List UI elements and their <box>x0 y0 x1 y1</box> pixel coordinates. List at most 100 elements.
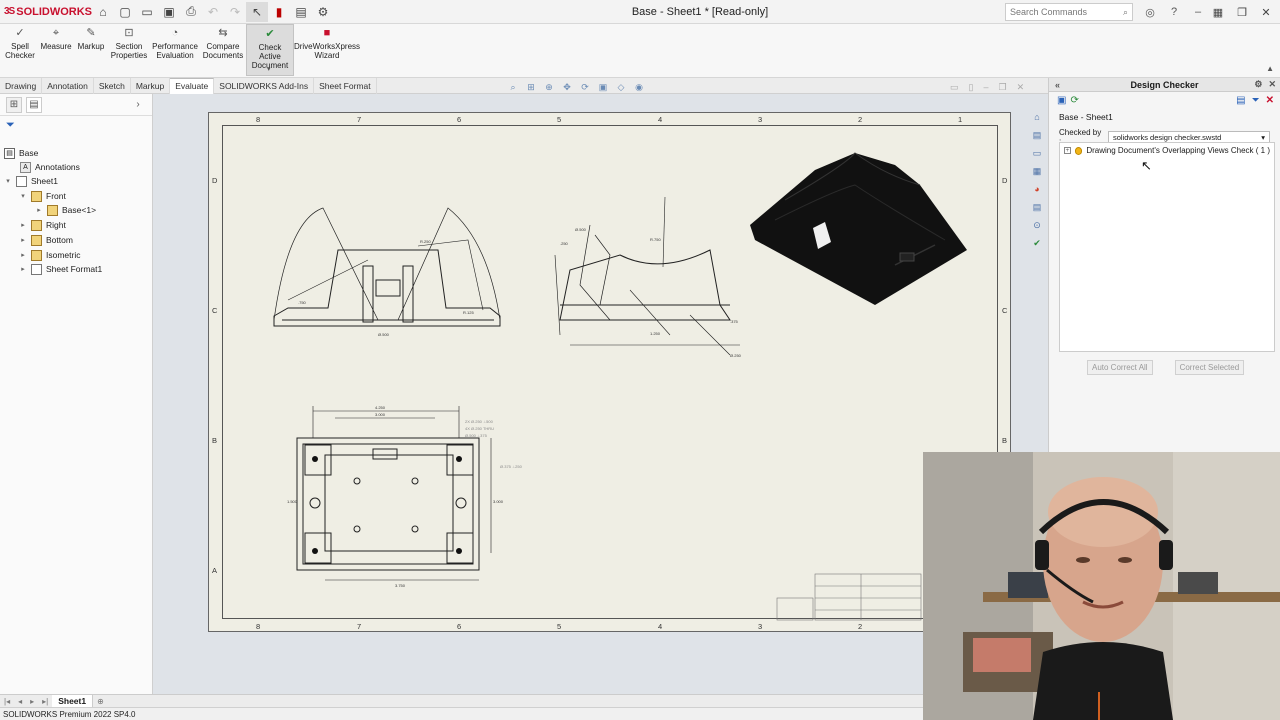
expand-icon[interactable]: ▸ <box>19 221 27 229</box>
section-properties-button[interactable]: ⊡ Section Properties <box>108 24 150 76</box>
file-properties-icon[interactable]: ▤ <box>290 2 312 22</box>
refresh-icon[interactable]: ⟳ <box>1070 95 1078 106</box>
solidworks-resources-icon[interactable]: ⌂ <box>1030 110 1044 124</box>
restore-icon[interactable]: ❐ <box>1232 2 1252 22</box>
correct-selected-button[interactable]: Correct Selected <box>1174 360 1245 375</box>
rebuild-icon[interactable]: ▮ <box>268 2 290 22</box>
solidworks-forum-icon[interactable]: ⊙ <box>1030 218 1044 232</box>
zoom-to-fit-icon[interactable]: ⌕ <box>506 80 520 94</box>
last-sheet-icon[interactable]: ▸| <box>38 697 52 706</box>
tab-sketch[interactable]: Sketch <box>94 77 131 94</box>
check-result-item[interactable]: + Drawing Document's Overlapping Views C… <box>1060 143 1274 158</box>
compare-documents-button[interactable]: ⇆ Compare Documents <box>200 24 246 76</box>
driveworksxpress-button[interactable]: ■ DriveWorksXpress Wizard <box>294 24 360 76</box>
auto-correct-all-button[interactable]: Auto Correct All <box>1087 360 1153 375</box>
tab-markup[interactable]: Markup <box>131 77 171 94</box>
collapse-ribbon-icon[interactable]: ▲ <box>1266 64 1274 73</box>
user-account-icon[interactable]: ◎ <box>1140 2 1160 22</box>
expand-icon[interactable]: ▸ <box>19 236 27 244</box>
collapse-icon[interactable]: ▾ <box>4 177 12 185</box>
right-view[interactable]: Ø.500 .250 1.250 Ø.250 R.750 .375 <box>550 195 750 360</box>
tree-item-base1[interactable]: ▸ Base<1> <box>35 203 96 217</box>
rotate-icon[interactable]: ⟳ <box>578 80 592 94</box>
tab-drawing[interactable]: Drawing <box>0 77 43 94</box>
print-icon[interactable]: ⎙ <box>180 2 202 22</box>
minimize-graphics-icon[interactable]: – <box>983 82 988 93</box>
redo-icon[interactable]: ↷ <box>224 2 246 22</box>
tree-item-bottom[interactable]: ▸ Bottom <box>19 233 73 247</box>
collapse-panel-icon[interactable]: « <box>1055 80 1060 90</box>
tree-root[interactable]: ▤ Base <box>4 146 38 160</box>
view-palette-icon[interactable]: ▦ <box>1030 164 1044 178</box>
tile-horizontal-icon[interactable]: ▭ <box>950 82 959 93</box>
tab-evaluate[interactable]: Evaluate <box>170 77 215 94</box>
report-icon[interactable]: ▤ <box>1236 95 1245 106</box>
open-icon[interactable]: ▭ <box>136 2 158 22</box>
expand-icon[interactable]: ▸ <box>19 265 27 273</box>
tree-item-sheet-format1[interactable]: ▸ Sheet Format1 <box>19 262 102 276</box>
measure-button[interactable]: ⌖ Measure <box>38 24 74 76</box>
filter-results-icon[interactable]: ⏷ <box>1252 95 1260 106</box>
select-icon[interactable]: ↖ <box>246 1 268 22</box>
check-active-document-button[interactable]: ✔ Check Active Document ▾ <box>246 24 294 76</box>
custom-properties-icon[interactable]: ▤ <box>1030 200 1044 214</box>
appearances-icon[interactable]: ◕ <box>1030 182 1044 196</box>
hide-show-icon[interactable]: ◇ <box>614 80 628 94</box>
tab-sheet-format[interactable]: Sheet Format <box>314 77 377 94</box>
search-commands-input[interactable]: Search Commands ⌕ <box>1005 3 1133 21</box>
maximize-graphics-icon[interactable]: ❐ <box>998 82 1006 93</box>
pan-icon[interactable]: ✥ <box>560 80 574 94</box>
solidworks-logo[interactable]: 3S SOLIDWORKS <box>0 6 92 18</box>
save-icon[interactable]: ▣ <box>158 2 180 22</box>
filter-icon[interactable]: ⏷ <box>0 116 152 134</box>
help-icon[interactable]: ? <box>1164 2 1184 22</box>
view-settings-icon[interactable]: ▣ <box>596 80 610 94</box>
front-view[interactable]: Ø.500 R.250 R.125 .750 <box>268 200 508 345</box>
close-panel-icon[interactable]: ✕ <box>1268 79 1276 90</box>
design-checker-icon[interactable]: ✔ <box>1030 236 1044 250</box>
sheet-tab-sheet1[interactable]: Sheet1 <box>52 694 94 708</box>
close-checker-icon[interactable]: ✕ <box>1266 95 1274 106</box>
expand-panel-icon[interactable]: › <box>130 97 146 113</box>
zoom-in-out-icon[interactable]: ⊕ <box>542 80 556 94</box>
pin-icon[interactable]: ⚙ <box>1254 79 1262 90</box>
add-sheet-icon[interactable]: ⊕ <box>93 697 108 706</box>
first-sheet-icon[interactable]: |◂ <box>0 697 14 706</box>
minimize-icon[interactable]: – <box>1188 2 1208 22</box>
tab-solidworks-add-ins[interactable]: SOLIDWORKS Add-Ins <box>214 77 315 94</box>
performance-evaluation-button[interactable]: ◔ Performance Evaluation <box>150 24 200 76</box>
spell-checker-button[interactable]: ✓ Spell Checker <box>2 24 38 76</box>
tree-item-isometric[interactable]: ▸ Isometric <box>19 248 80 262</box>
close-icon[interactable]: ✕ <box>1256 2 1276 22</box>
tile-icon[interactable]: ▦ <box>1208 2 1228 22</box>
bottom-view[interactable]: 2X Ø.250 ↓.500 4X Ø.250 THRU Ø.500 ↓.375… <box>285 403 535 588</box>
tree-item-right[interactable]: ▸ Right <box>19 218 66 232</box>
home-icon[interactable]: ⌂ <box>92 2 114 22</box>
new-document-icon[interactable]: ▢ <box>114 2 136 22</box>
collapse-icon[interactable]: ▾ <box>19 192 27 200</box>
file-explorer-icon[interactable]: ▭ <box>1030 146 1044 160</box>
expand-icon[interactable]: + <box>1064 147 1071 154</box>
prev-sheet-icon[interactable]: ◂ <box>14 697 26 706</box>
next-sheet-icon[interactable]: ▸ <box>26 697 38 706</box>
chevron-down-icon[interactable]: ▾ <box>267 65 271 74</box>
expand-icon[interactable]: ▸ <box>35 206 43 214</box>
expand-icon[interactable]: ▸ <box>19 251 27 259</box>
tile-vertical-icon[interactable]: ▯ <box>969 82 974 93</box>
close-graphics-icon[interactable]: ✕ <box>1017 82 1025 93</box>
zoom-area-icon[interactable]: ⊞ <box>524 80 538 94</box>
isometric-view[interactable] <box>745 145 975 315</box>
save-report-icon[interactable]: ▣ <box>1057 95 1066 106</box>
undo-icon[interactable]: ↶ <box>202 2 224 22</box>
tab-annotation[interactable]: Annotation <box>42 77 94 94</box>
markup-button[interactable]: ✎ Markup <box>74 24 108 76</box>
property-manager-tab-icon[interactable]: ▤ <box>26 96 42 113</box>
tree-item-sheet1[interactable]: ▾ Sheet1 <box>4 174 58 188</box>
tree-item-annotations[interactable]: A Annotations <box>8 160 80 174</box>
options-gear-icon[interactable]: ⚙ <box>312 2 334 22</box>
tree-item-front[interactable]: ▾ Front <box>19 189 66 203</box>
display-style-icon[interactable]: ◉ <box>632 80 646 94</box>
search-icon[interactable]: ⌕ <box>1123 7 1128 18</box>
feature-manager-tab-icon[interactable]: ⊞ <box>6 96 22 113</box>
design-library-icon[interactable]: ▤ <box>1030 128 1044 142</box>
